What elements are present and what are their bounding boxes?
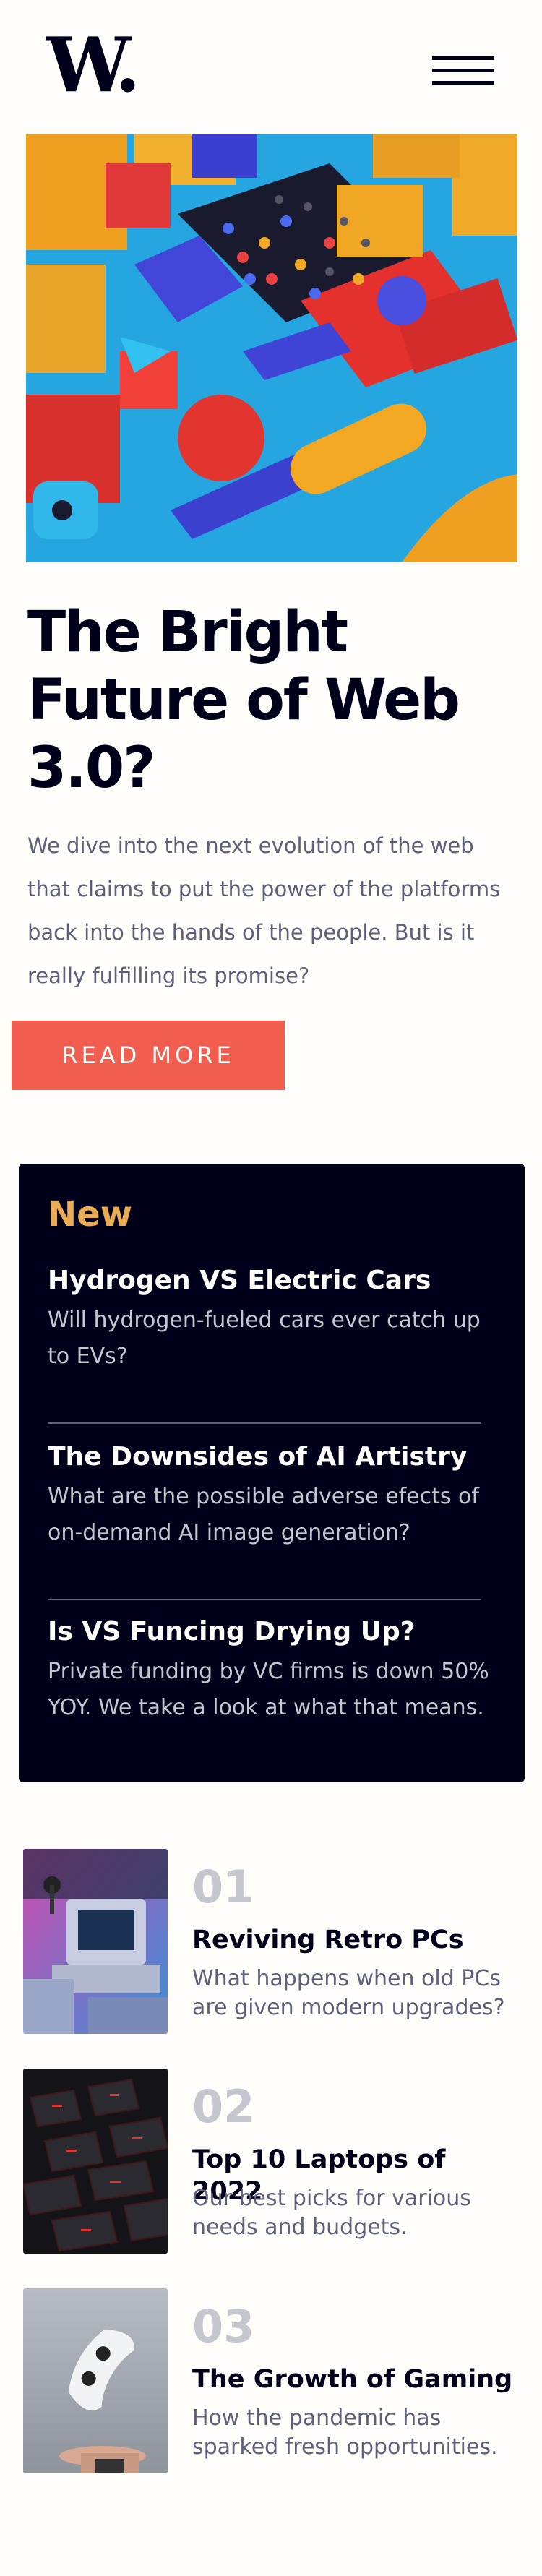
hero-title: The Bright Future of Web 3.0? xyxy=(27,600,460,801)
game-controller-image[interactable] xyxy=(23,2288,168,2473)
item-title[interactable]: Reviving Retro PCs xyxy=(192,1924,517,1956)
site-logo[interactable]: W. xyxy=(46,27,141,103)
new-item-title[interactable]: Is VS Funcing Drying Up? xyxy=(48,1616,496,1648)
new-articles-panel: New Hydrogen VS Electric Cars Will hydro… xyxy=(19,1164,525,1782)
site-header: W. xyxy=(0,0,542,134)
item-description: Our best picks for various needs and bud… xyxy=(192,2186,471,2240)
read-more-button[interactable]: READ MORE xyxy=(12,1021,285,1090)
divider xyxy=(48,1422,481,1424)
new-item-description: Private funding by VC firms is down 50% … xyxy=(48,1659,489,1720)
retro-pc-image[interactable] xyxy=(23,1849,168,2034)
item-number: 03 xyxy=(192,2300,255,2353)
item-description: What happens when old PCs are given mode… xyxy=(192,1966,505,2020)
menu-bar xyxy=(432,69,494,72)
hero-description: We dive into the next evolution of the w… xyxy=(27,833,501,988)
new-item-title[interactable]: Hydrogen VS Electric Cars xyxy=(48,1265,496,1297)
item-description: How the pandemic has sparked fresh oppor… xyxy=(192,2405,498,2460)
item-title[interactable]: The Growth of Gaming xyxy=(192,2364,517,2395)
new-item[interactable]: Is VS Funcing Drying Up? Private funding… xyxy=(48,1616,496,1726)
menu-bar xyxy=(432,56,494,60)
item-number: 02 xyxy=(192,2080,255,2133)
divider xyxy=(48,1599,481,1600)
new-item-title[interactable]: The Downsides of AI Artistry xyxy=(48,1441,496,1473)
new-item[interactable]: The Downsides of AI Artistry What are th… xyxy=(48,1441,496,1551)
list-item[interactable]: 03 The Growth of Gaming How the pandemic… xyxy=(23,2288,522,2473)
item-number: 01 xyxy=(192,1860,255,1913)
new-heading: New xyxy=(48,1194,133,1235)
hero-image xyxy=(26,134,517,562)
new-item-description: Will hydrogen-fueled cars ever catch up … xyxy=(48,1308,481,1369)
new-item-description: What are the possible adverse efects of … xyxy=(48,1484,479,1545)
list-item[interactable]: 01 Reviving Retro PCs What happens when … xyxy=(23,1849,522,2034)
hamburger-menu-icon[interactable] xyxy=(432,56,494,87)
list-item[interactable]: 02 Top 10 Laptops of 2022 Our best picks… xyxy=(23,2069,522,2254)
laptop-keyboard-image[interactable] xyxy=(23,2069,168,2254)
new-item[interactable]: Hydrogen VS Electric Cars Will hydrogen-… xyxy=(48,1265,496,1375)
menu-bar xyxy=(432,81,494,85)
